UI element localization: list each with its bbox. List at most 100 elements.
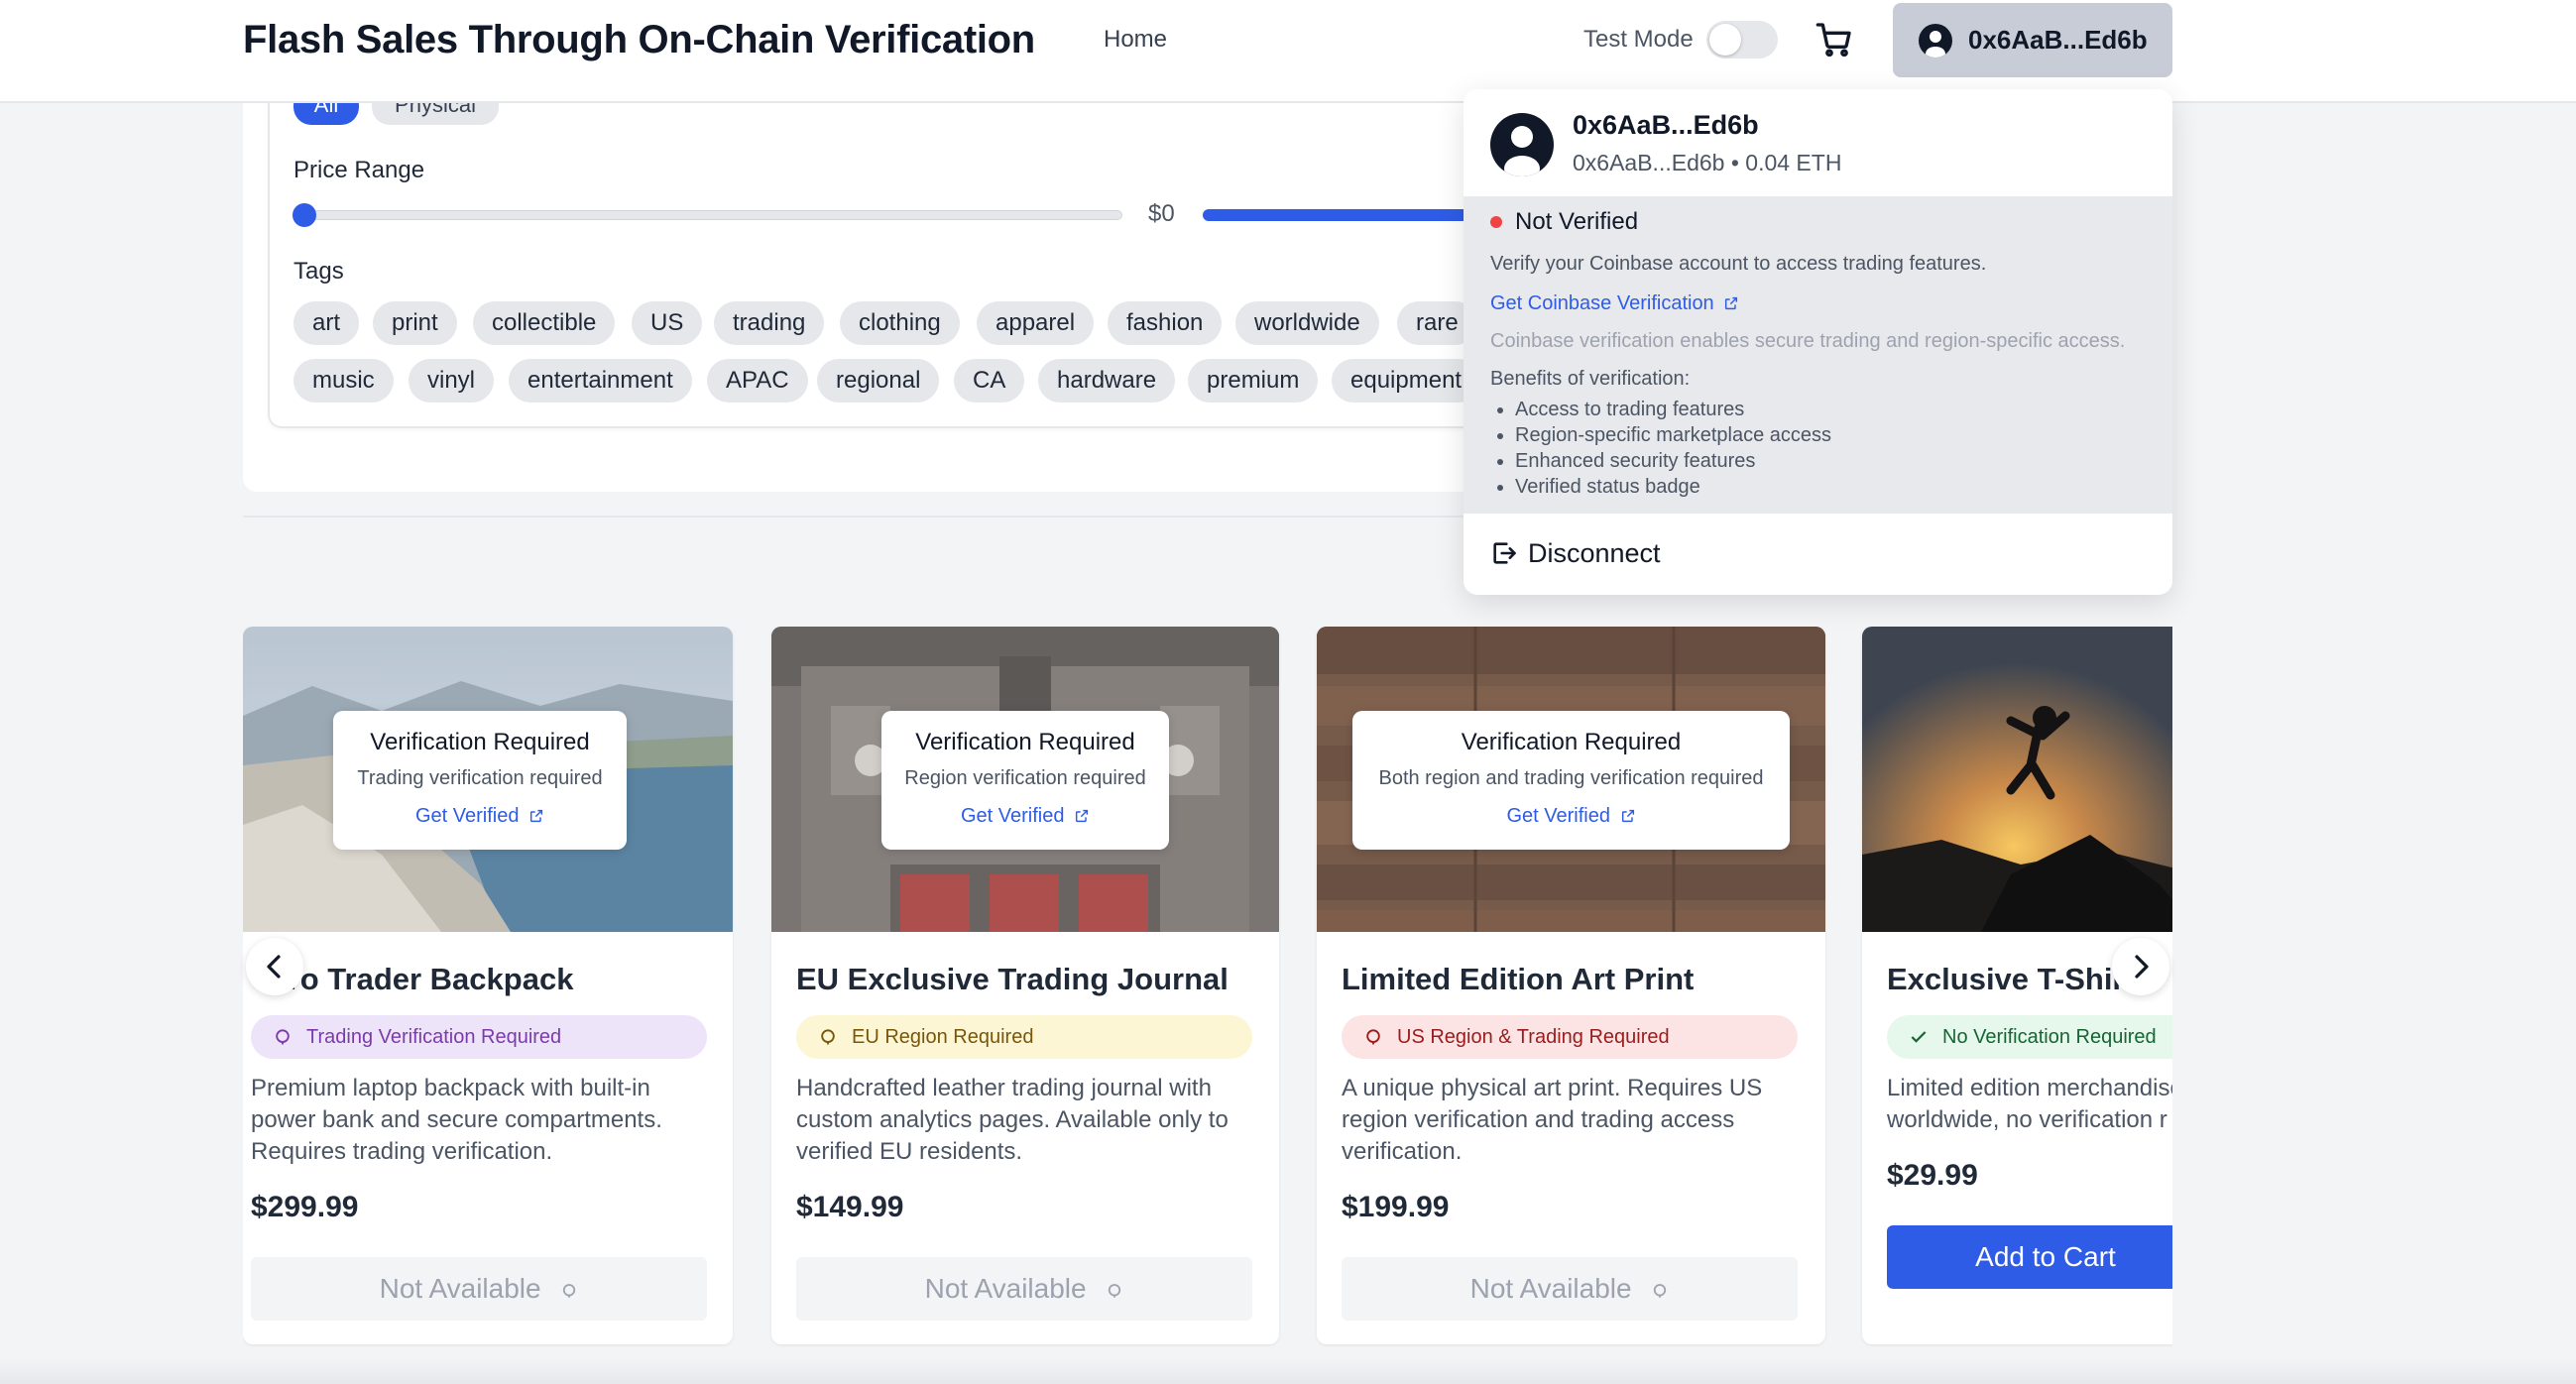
tag-chip[interactable]: collectible <box>473 301 616 345</box>
product-description: Premium laptop backpack with built-in po… <box>251 1075 662 1165</box>
tag-chip[interactable]: print <box>373 301 457 345</box>
verification-status: Not Verified <box>1515 208 1639 235</box>
lock-icon <box>276 1029 290 1045</box>
verification-overlay: Verification Required Region verificatio… <box>881 711 1169 850</box>
verification-badge: No Verification Required <box>1887 1015 2172 1059</box>
tag-chip[interactable]: trading <box>714 301 825 345</box>
coinbase-verification-link[interactable]: Get Coinbase Verification <box>1490 289 1739 317</box>
tag-chip[interactable]: hardware <box>1038 359 1176 403</box>
wallet-avatar-icon <box>1919 23 1952 58</box>
cart-icon <box>1815 23 1851 58</box>
product-title: Limited Edition Art Print <box>1342 962 1695 996</box>
wallet-avatar-icon <box>1490 113 1554 176</box>
tag-chip[interactable]: APAC <box>707 359 808 403</box>
page-bottom-edge <box>0 1358 2576 1384</box>
get-verified-label: Get Verified <box>960 805 1065 827</box>
wallet-dropdown-header: 0x6AaB...Ed6b 0x6AaB...Ed6b • 0.04 ETH <box>1464 89 2172 196</box>
wallet-button[interactable]: 0x6AaB...Ed6b <box>1893 3 2172 77</box>
tag-chip[interactable]: premium <box>1188 359 1319 403</box>
price-slider-max-track[interactable] <box>1203 209 1500 221</box>
app-header: Flash Sales Through On-Chain Verificatio… <box>0 0 2576 103</box>
tags-label: Tags <box>293 258 344 285</box>
tag-chip[interactable]: entertainment <box>509 359 692 403</box>
badge-label: EU Region Required <box>852 1026 1034 1048</box>
overlay-subtitle: Region verification required <box>904 767 1146 789</box>
product-card: Verification Required Trading verificati… <box>243 627 733 1344</box>
tag-chip[interactable]: worldwide <box>1235 301 1379 345</box>
lock-icon <box>1109 1284 1121 1298</box>
chevron-right-icon <box>2135 955 2149 979</box>
overlay-title: Verification Required <box>1461 729 1682 755</box>
product-price: $299.99 <box>251 1191 359 1223</box>
verification-overlay: Verification Required Trading verificati… <box>333 711 627 850</box>
tag-chip[interactable]: vinyl <box>409 359 495 403</box>
get-verified-link[interactable]: Get Verified <box>881 802 1169 830</box>
verify-description: Verify your Coinbase account to access t… <box>1490 253 1987 275</box>
product-description: A unique physical art print. Requires US… <box>1342 1075 1763 1165</box>
badge-label: US Region & Trading Required <box>1397 1026 1670 1048</box>
disconnect-button[interactable]: Disconnect <box>1464 514 2172 595</box>
status-dot-icon <box>1490 216 1502 228</box>
nav-home-link[interactable]: Home <box>1104 24 1167 56</box>
test-mode-label: Test Mode <box>1583 26 1694 53</box>
not-available-button[interactable]: Not Available <box>1342 1257 1798 1321</box>
product-card: Verification Required Region verificatio… <box>771 627 1279 1344</box>
benefit-item: Enhanced security features <box>1515 448 1831 474</box>
badge-label: No Verification Required <box>1942 1026 2157 1048</box>
tag-chip[interactable]: fashion <box>1108 301 1223 345</box>
test-mode-toggle[interactable] <box>1706 21 1778 58</box>
get-verified-link[interactable]: Get Verified <box>333 802 627 830</box>
not-available-button[interactable]: Not Available <box>796 1257 1252 1321</box>
overlay-subtitle: Trading verification required <box>357 767 603 789</box>
app-title: Flash Sales Through On-Chain Verificatio… <box>243 18 1035 61</box>
lock-icon <box>1654 1284 1667 1298</box>
benefit-item: Region-specific marketplace access <box>1515 422 1831 448</box>
check-icon <box>1911 1031 1927 1043</box>
lock-icon <box>821 1029 835 1045</box>
external-link-icon <box>1075 809 1089 823</box>
overlay-title: Verification Required <box>915 729 1135 755</box>
tag-chip[interactable]: equipment <box>1332 359 1481 403</box>
overlay-title: Verification Required <box>370 729 590 755</box>
carousel-prev-button[interactable] <box>246 938 303 995</box>
toggle-knob <box>1709 24 1741 56</box>
price-slider-thumb[interactable] <box>293 203 316 227</box>
chevron-left-icon <box>267 955 281 979</box>
tag-chip[interactable]: music <box>293 359 394 403</box>
wallet-name: 0x6AaB...Ed6b <box>1573 110 1759 140</box>
verification-badge: US Region & Trading Required <box>1342 1015 1798 1059</box>
get-verified-label: Get Verified <box>1506 805 1610 827</box>
tag-chip[interactable]: CA <box>954 359 1025 403</box>
product-image <box>1862 627 2172 932</box>
product-description: Handcrafted leather trading journal with… <box>796 1075 1229 1165</box>
get-verified-link[interactable]: Get Verified <box>1352 802 1790 830</box>
product-description: Limited edition merchandise worldwide, n… <box>1887 1075 2172 1133</box>
product-price: $29.99 <box>1887 1159 1978 1192</box>
product-price: $149.99 <box>796 1191 904 1223</box>
external-link-icon <box>1621 809 1634 823</box>
benefits-title: Benefits of verification: <box>1490 368 1691 390</box>
verification-overlay: Verification Required Both region and tr… <box>1352 711 1790 850</box>
price-slider-track[interactable] <box>297 210 1122 220</box>
tag-chip[interactable]: clothing <box>840 301 960 345</box>
button-label: Not Available <box>1469 1273 1632 1304</box>
cart-button[interactable] <box>1815 20 1854 59</box>
disconnect-label: Disconnect <box>1528 538 1661 568</box>
product-title: Exclusive T-Shirt <box>1887 962 2135 996</box>
logout-icon <box>1493 542 1516 564</box>
lock-icon <box>563 1284 576 1298</box>
product-price: $199.99 <box>1342 1191 1450 1223</box>
button-label: Not Available <box>379 1273 541 1304</box>
add-to-cart-button[interactable]: Add to Cart <box>1887 1225 2172 1289</box>
carousel-next-button[interactable] <box>2112 938 2169 995</box>
tag-chip[interactable]: regional <box>817 359 940 403</box>
wallet-address-label: 0x6AaB...Ed6b <box>1968 25 2148 55</box>
tag-chip[interactable]: art <box>293 301 360 345</box>
button-label: Not Available <box>924 1273 1087 1304</box>
wallet-dropdown: 0x6AaB...Ed6b 0x6AaB...Ed6b • 0.04 ETH N… <box>1464 89 2172 595</box>
verification-badge: Trading Verification Required <box>251 1015 707 1059</box>
tag-chip[interactable]: apparel <box>977 301 1095 345</box>
not-available-button[interactable]: Not Available <box>251 1257 707 1321</box>
product-title: EU Exclusive Trading Journal <box>796 962 1229 996</box>
tag-chip[interactable]: US <box>632 301 703 345</box>
